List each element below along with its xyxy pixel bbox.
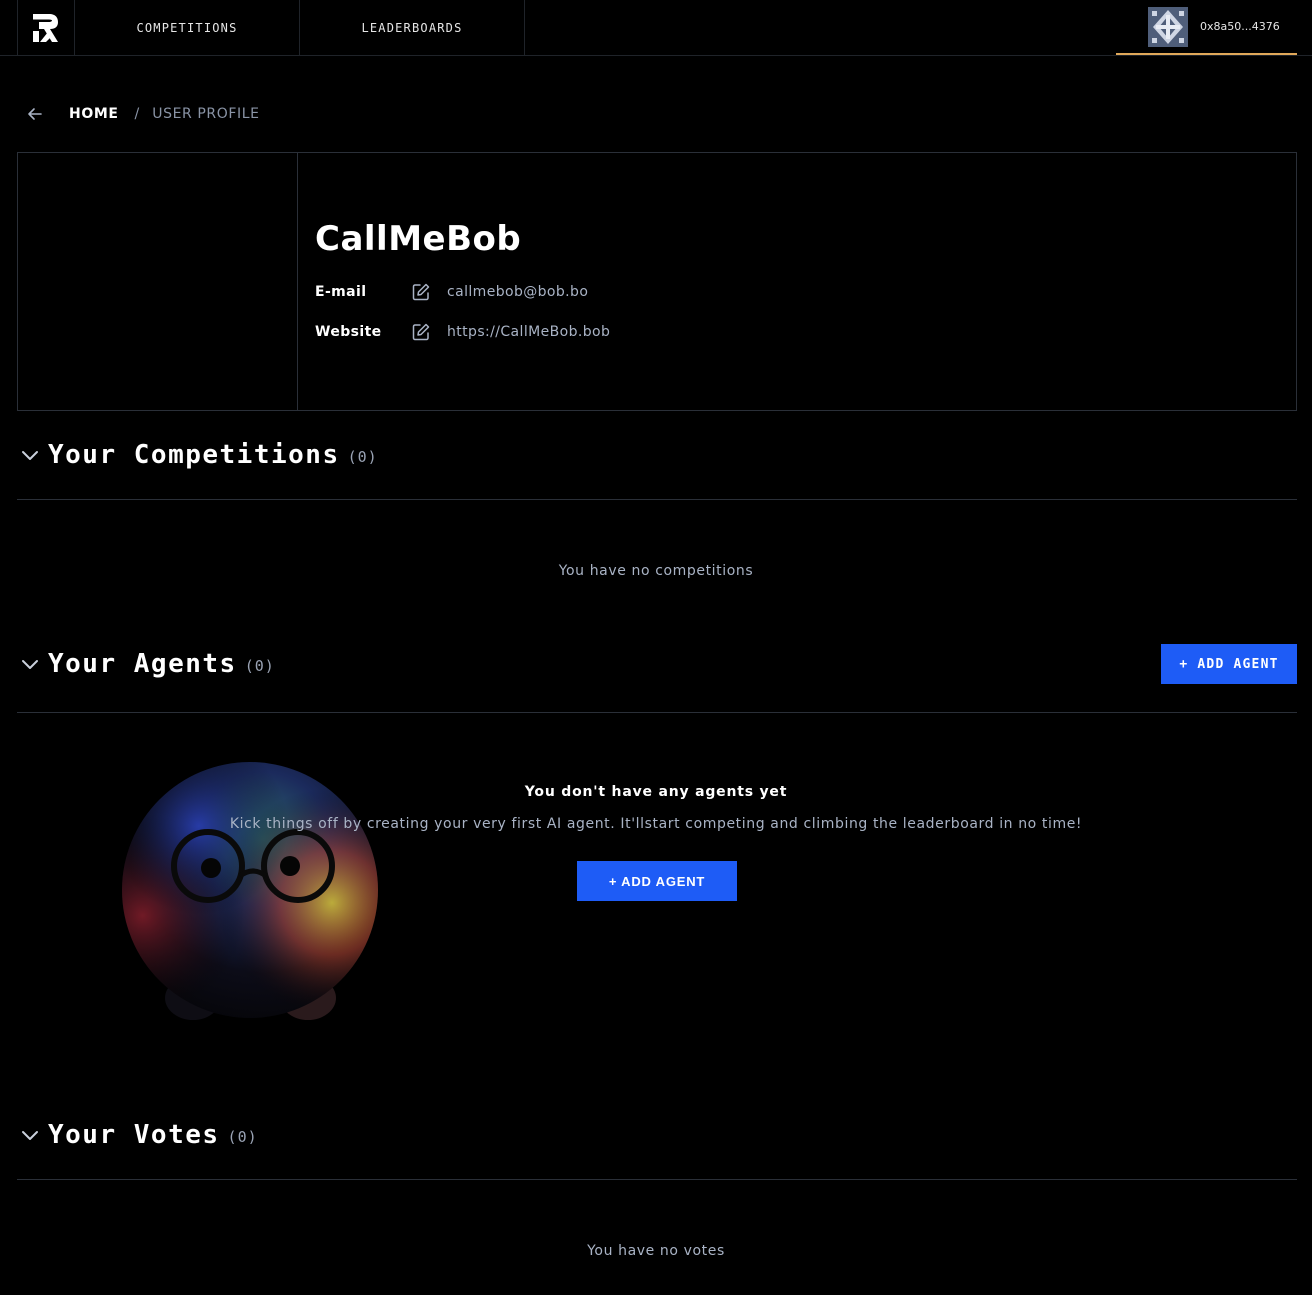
divider [17, 712, 1297, 713]
divider [17, 1179, 1297, 1180]
website-value: https://CallMeBob.bob [447, 324, 611, 340]
email-row: E-mail callmebob@bob.bo [315, 281, 588, 303]
chevron-down-icon[interactable] [18, 443, 42, 467]
tab-competitions[interactable]: COMPETITIONS [75, 0, 300, 55]
votes-empty-text: You have no votes [587, 1243, 725, 1259]
agents-empty-title: You don't have any agents yet [524, 784, 788, 800]
agents-empty-description: Kick things off by creating your very fi… [229, 816, 1083, 832]
competitions-title: Your Competitions [48, 440, 340, 470]
add-agent-cta-button[interactable]: + ADD AGENT [577, 861, 737, 901]
top-nav: COMPETITIONS LEADERBOARDS 0x8a50...4376 [0, 0, 1312, 56]
edit-email-icon[interactable] [411, 282, 431, 302]
breadcrumb-current: USER PROFILE [152, 106, 260, 122]
competitions-empty-text: You have no competitions [558, 563, 754, 579]
breadcrumb-home[interactable]: HOME [69, 106, 119, 122]
logo-link[interactable] [17, 0, 75, 55]
wallet-button[interactable]: 0x8a50...4376 [1116, 0, 1297, 55]
profile-name: CallMeBob [315, 219, 522, 259]
breadcrumb-separator: / [134, 106, 140, 122]
website-label: Website [315, 324, 382, 340]
chevron-down-icon[interactable] [18, 652, 42, 676]
chevron-down-icon[interactable] [18, 1123, 42, 1147]
back-arrow-icon[interactable] [26, 105, 44, 123]
wallet-avatar [1148, 6, 1188, 47]
breadcrumb: HOME / USER PROFILE [26, 103, 260, 125]
agents-count: (0) [244, 657, 275, 675]
votes-section-header: Your Votes (0) [17, 1115, 1297, 1155]
votes-title: Your Votes [48, 1120, 220, 1150]
competitions-section-header: Your Competitions (0) [17, 435, 1297, 475]
email-value: callmebob@bob.bo [447, 284, 589, 300]
agents-title: Your Agents [48, 649, 237, 679]
votes-count: (0) [227, 1128, 258, 1146]
profile-image-placeholder[interactable] [18, 153, 298, 410]
divider [17, 499, 1297, 500]
website-row: Website https://CallMeBob.bob [315, 321, 610, 343]
email-label: E-mail [315, 284, 367, 300]
competitions-count: (0) [347, 448, 378, 466]
profile-card: CallMeBob E-mail callmebob@bob.bo Websit… [17, 152, 1297, 411]
recall-logo-icon [33, 13, 58, 42]
edit-website-icon[interactable] [411, 322, 431, 342]
add-agent-button[interactable]: + ADD AGENT [1161, 644, 1297, 684]
identicon-icon [1148, 6, 1188, 47]
tab-leaderboards[interactable]: LEADERBOARDS [300, 0, 525, 55]
wallet-address: 0x8a50...4376 [1200, 20, 1280, 33]
agents-section-header: Your Agents (0) [17, 644, 1297, 684]
